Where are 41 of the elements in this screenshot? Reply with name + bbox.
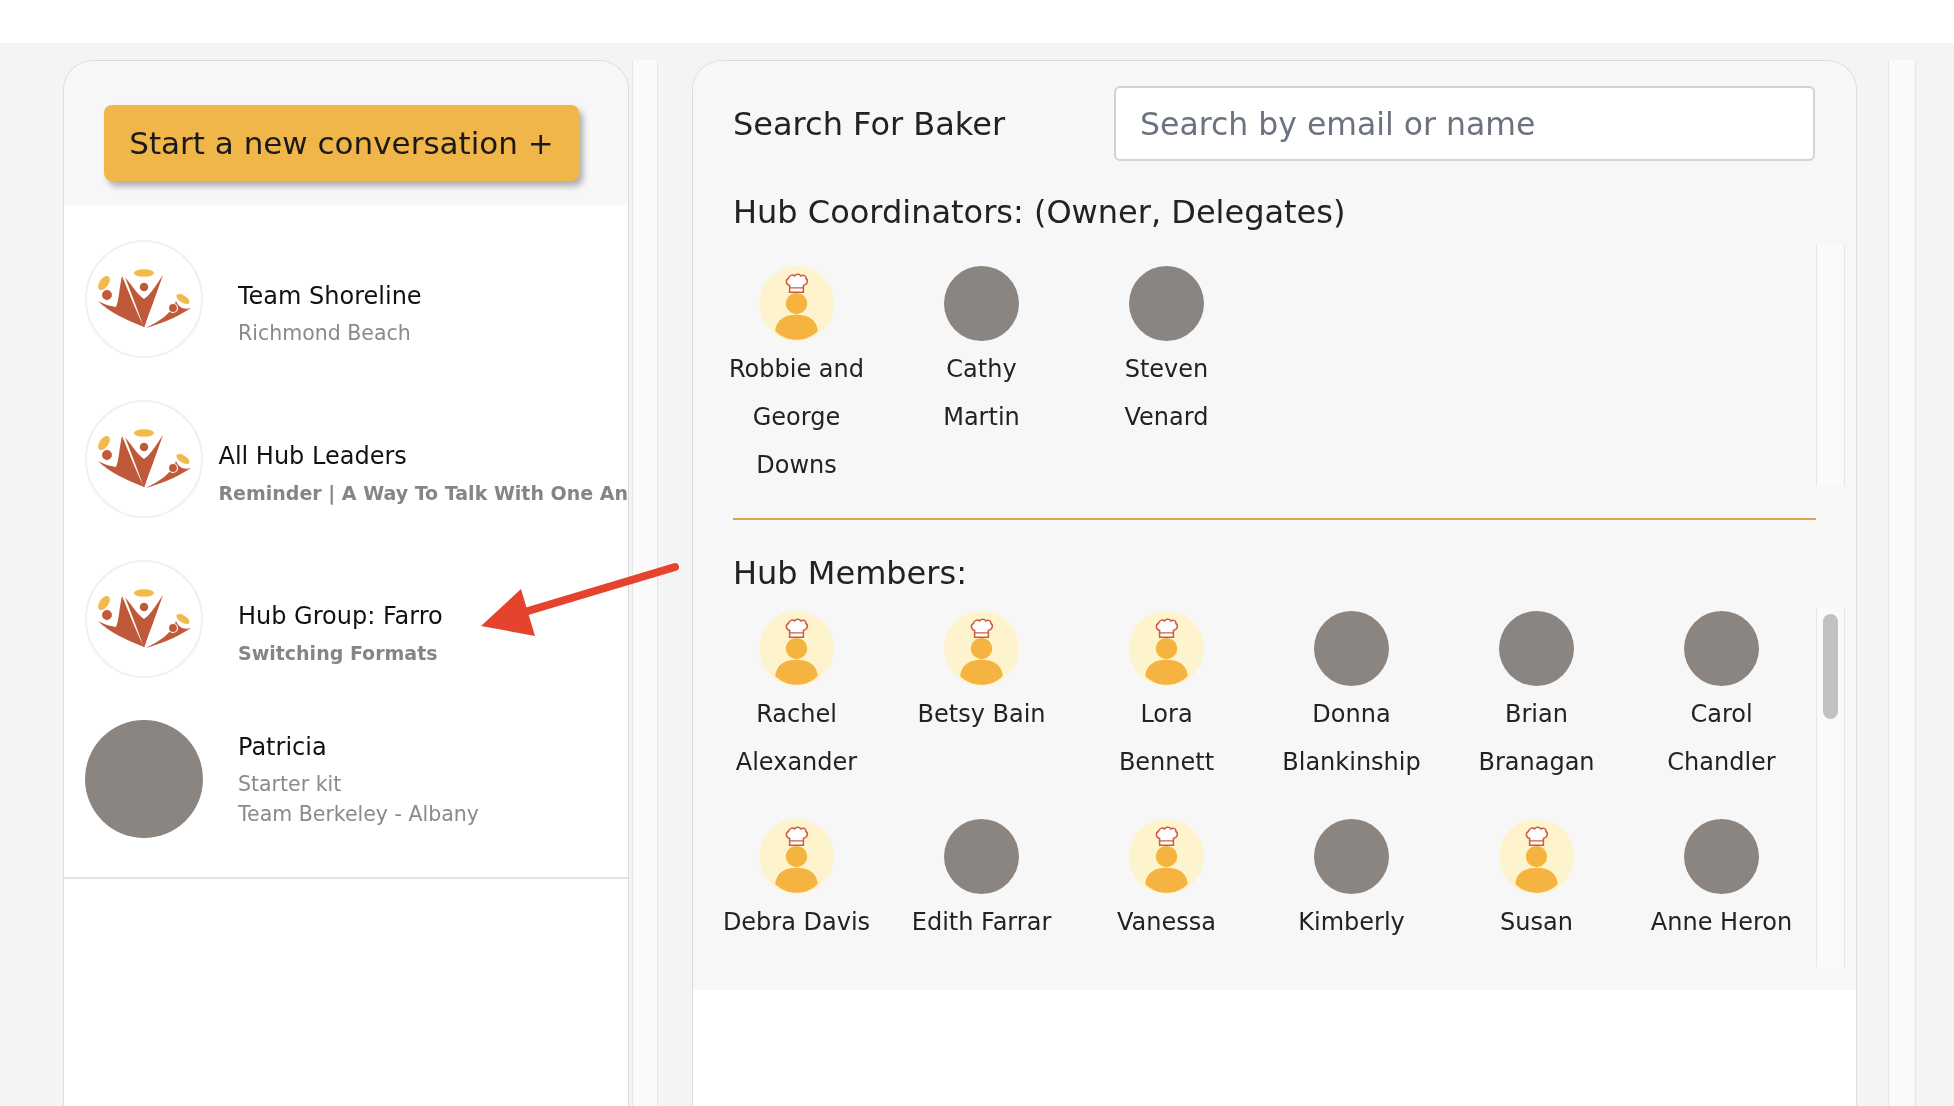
conversation-item[interactable]: Hub Group: Farro Switching Formats bbox=[64, 539, 628, 699]
person-tile[interactable]: Donna Blankinship bbox=[1259, 611, 1444, 786]
person-tile[interactable]: Betsy Bain bbox=[889, 611, 1074, 786]
chef-person-icon bbox=[1129, 611, 1204, 686]
new-conversation-button[interactable]: Start a new conversation + bbox=[104, 105, 579, 181]
person-tile[interactable]: Kimberly bbox=[1259, 819, 1444, 946]
section-heading: Hub Members: bbox=[733, 553, 968, 593]
person-tile[interactable]: Edith Farrar bbox=[889, 819, 1074, 946]
person-tile[interactable]: Carol Chandler bbox=[1629, 611, 1814, 786]
section-heading: Hub Coordinators: (Owner, Delegates) bbox=[733, 192, 1347, 232]
conversation-title: Patricia bbox=[238, 731, 328, 763]
person-tile[interactable]: Rachel Alexander bbox=[704, 611, 889, 786]
person-tile[interactable]: Cathy Martin bbox=[889, 266, 1074, 489]
chef-person-icon bbox=[759, 266, 834, 341]
conversation-preview: Starter kit bbox=[238, 770, 343, 798]
person-tile[interactable]: Vanessa bbox=[1074, 819, 1259, 946]
conversation-preview: Switching Formats bbox=[238, 640, 439, 666]
conversation-item[interactable]: Patricia Starter kit Team Berkeley - Albany bbox=[64, 699, 628, 859]
conversation-item[interactable]: All Hub Leaders Reminder | A Way To Talk With One An bbox=[64, 379, 628, 539]
person-tile[interactable]: Susan bbox=[1444, 819, 1629, 946]
conversation-preview: Richmond Beach bbox=[238, 319, 412, 347]
person-tile[interactable]: Brian Branagan bbox=[1444, 611, 1629, 786]
person-tile[interactable]: Steven Venard bbox=[1074, 266, 1259, 489]
person-tile[interactable]: Lora Bennett bbox=[1074, 611, 1259, 786]
chef-person-icon bbox=[759, 819, 834, 894]
search-label: Search For Baker bbox=[733, 103, 1007, 145]
person-tile[interactable]: Debra Davis bbox=[704, 819, 889, 946]
chef-person-icon bbox=[944, 611, 1019, 686]
chef-person-icon bbox=[1499, 819, 1574, 894]
chef-person-icon bbox=[1129, 819, 1204, 894]
conversation-preview: Team Berkeley - Albany bbox=[238, 800, 479, 828]
search-field[interactable]: Search by email or name bbox=[1114, 86, 1815, 161]
scrollbar-thumb[interactable] bbox=[1823, 614, 1838, 719]
conversation-title: All Hub Leaders bbox=[218, 440, 408, 472]
conversation-title: Team Shoreline bbox=[238, 280, 422, 312]
conversation-title: Hub Group: Farro bbox=[238, 600, 443, 632]
person-tile[interactable]: Robbie and George Downs bbox=[704, 266, 889, 489]
person-tile[interactable]: Anne Heron bbox=[1629, 819, 1814, 946]
chef-person-icon bbox=[759, 611, 834, 686]
conversation-preview: Reminder | A Way To Talk With One An bbox=[218, 480, 628, 507]
conversation-item[interactable]: Team Shoreline Richmond Beach bbox=[64, 219, 628, 379]
